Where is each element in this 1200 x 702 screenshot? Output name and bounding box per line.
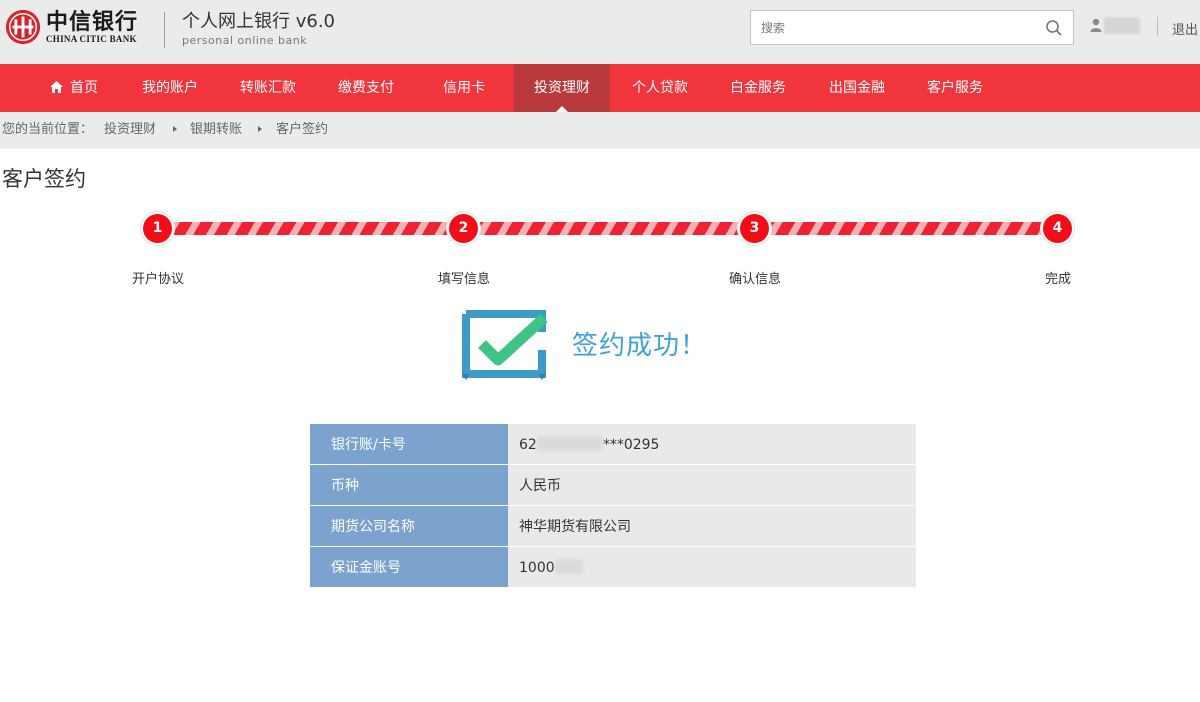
app-title-cn: 个人网上银行 v6.0 (182, 11, 335, 32)
field-value-margin-account: 1000 (508, 547, 916, 588)
bank-name-cn: 中信银行 (46, 9, 139, 35)
account-prefix: 62 (519, 436, 537, 453)
breadcrumb-arrow-icon (173, 126, 177, 132)
nav-item-personal-loan[interactable]: 个人贷款 (618, 64, 702, 112)
success-message: 签约成功！ (572, 331, 708, 361)
signing-details-table: 银行账/卡号 62 ***0295 币种 人民币 期货公司名称 神华期货有限公司 … (310, 424, 916, 588)
nav-item-investment[interactable]: 投资理财 (514, 64, 610, 112)
nav-item-customer-service[interactable]: 客户服务 (913, 64, 997, 112)
breadcrumb-item-investment[interactable]: 投资理财 (104, 112, 156, 147)
breadcrumb-prefix: 您的当前位置： (2, 122, 94, 137)
nav-item-platinum-service[interactable]: 白金服务 (716, 64, 800, 112)
masked-digits (554, 558, 583, 574)
account-suffix: ***0295 (602, 436, 660, 453)
search-box (750, 10, 1074, 45)
step-3-label: 确认信息 (728, 272, 781, 287)
header-separator (1157, 17, 1158, 36)
main-nav: 首页 我的账户 转账汇款 缴费支付 信用卡 投资理财 个人贷款 白金服务 出国金… (0, 64, 1200, 112)
breadcrumb: 您的当前位置： 投资理财 银期转账 客户签约 (0, 112, 1200, 149)
breadcrumb-item-current: 客户签约 (276, 122, 329, 137)
bank-name-en: CHINA CITIC BANK (46, 34, 137, 44)
field-value-futures-company: 神华期货有限公司 (508, 506, 916, 547)
step-number: 2 (449, 214, 478, 243)
top-header: 中信银行 CHINA CITIC BANK 个人网上银行 v6.0 person… (0, 0, 1200, 64)
field-label-currency: 币种 (310, 465, 508, 506)
page-title: 客户签约 (2, 167, 86, 191)
masked-digits (536, 435, 603, 451)
step-2-label: 填写信息 (437, 272, 490, 287)
field-value-account: 62 ***0295 (508, 424, 916, 465)
nav-item-home[interactable]: 首页 (30, 64, 118, 112)
nav-item-label: 首页 (70, 80, 98, 96)
app-title: 个人网上银行 v6.0 personal online bank (182, 10, 335, 47)
search-icon[interactable] (1045, 19, 1063, 37)
nav-item-my-account[interactable]: 我的账户 (128, 64, 212, 112)
user-icon (1090, 18, 1102, 32)
app-title-en: personal online bank (182, 34, 308, 47)
search-input[interactable] (751, 11, 1031, 44)
step-number: 1 (143, 214, 172, 243)
bank-logo[interactable]: 中信银行 CHINA CITIC BANK (4, 8, 138, 46)
nav-item-payment[interactable]: 缴费支付 (324, 64, 408, 112)
step-4-label: 完成 (1044, 272, 1071, 287)
nav-item-overseas-finance[interactable]: 出国金融 (815, 64, 899, 112)
table-row: 期货公司名称 神华期货有限公司 (310, 506, 916, 547)
table-row: 币种 人民币 (310, 465, 916, 506)
logout-link[interactable]: 退出 (1172, 19, 1198, 38)
step-number: 4 (1043, 214, 1072, 243)
margin-account-prefix: 1000 (519, 559, 555, 576)
checkmark-icon (462, 310, 548, 380)
breadcrumb-item-bank-futures[interactable]: 银期转账 (190, 112, 242, 147)
nav-item-transfer[interactable]: 转账汇款 (226, 64, 310, 112)
field-label-margin-account: 保证金账号 (310, 547, 508, 588)
field-label-futures-company: 期货公司名称 (310, 506, 508, 547)
username-masked (1104, 17, 1140, 34)
citic-logo-icon (5, 9, 41, 45)
table-row: 银行账/卡号 62 ***0295 (310, 424, 916, 465)
field-value-currency: 人民币 (508, 465, 916, 506)
field-label-account: 银行账/卡号 (310, 424, 508, 465)
step-4-circle: 4 (1040, 211, 1075, 246)
step-3-circle: 3 (737, 211, 772, 246)
home-icon (50, 81, 63, 93)
table-row: 保证金账号 1000 (310, 547, 916, 588)
nav-item-credit-card[interactable]: 信用卡 (422, 64, 506, 112)
step-2-circle: 2 (446, 211, 481, 246)
step-number: 3 (740, 214, 769, 243)
logo-divider (164, 12, 165, 48)
step-1-label: 开户协议 (131, 272, 184, 287)
step-1-circle: 1 (140, 211, 175, 246)
breadcrumb-arrow-icon (258, 126, 262, 132)
step-progress-track (158, 222, 1058, 235)
